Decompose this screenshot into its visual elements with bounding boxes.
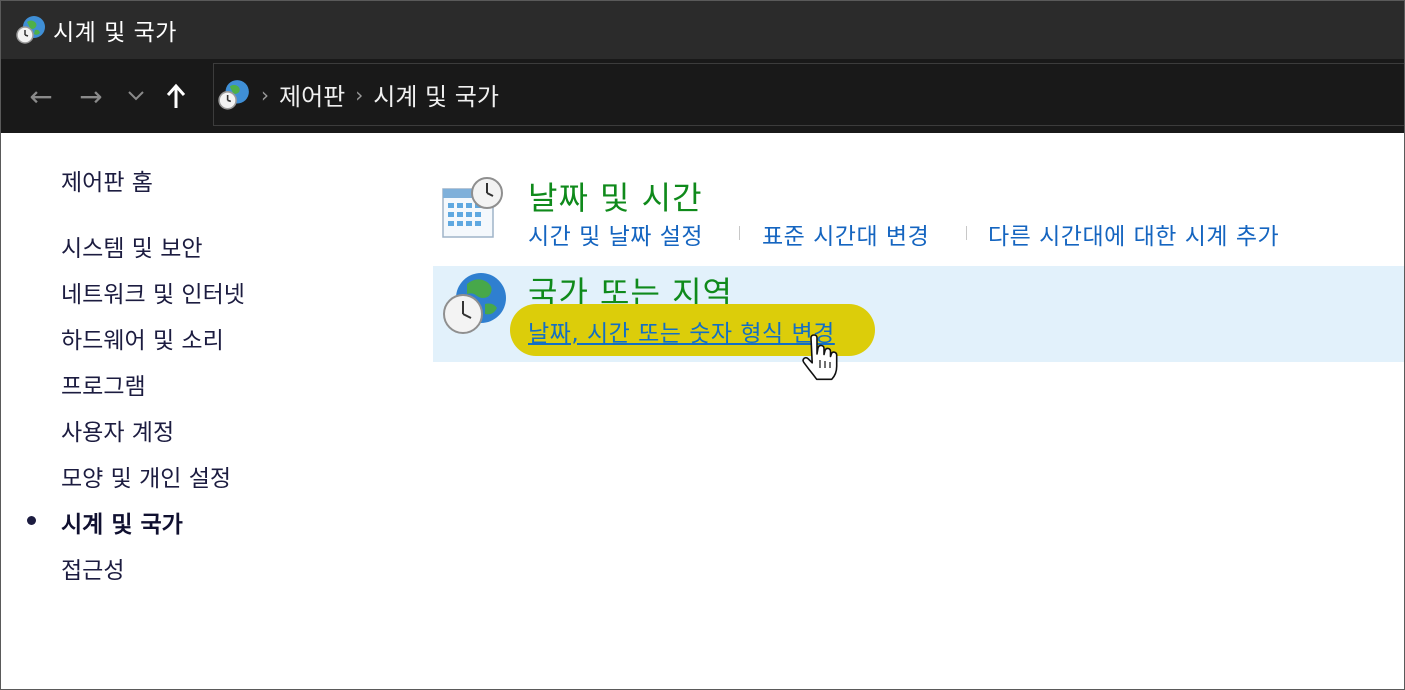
hand-cursor-icon: [802, 334, 838, 381]
control-panel-window: 시계 및 국가 ← → › 제어판 › 시계 및 국가 제어판 홈 시스템 및 …: [0, 0, 1405, 690]
sidebar-item-programs[interactable]: 프로그램: [61, 367, 146, 401]
link-change-time-zone[interactable]: 표준 시간대 변경: [762, 217, 929, 251]
back-arrow-icon: ←: [29, 79, 53, 113]
globe-clock-icon: [443, 273, 506, 334]
link-add-clocks[interactable]: 다른 시간대에 대한 시계 추가: [988, 217, 1279, 251]
calendar-clock-icon: [442, 177, 503, 238]
sidebar-item-appearance[interactable]: 모양 및 개인 설정: [61, 459, 231, 493]
window-title: 시계 및 국가: [53, 20, 177, 46]
back-button[interactable]: ←: [16, 66, 66, 126]
link-divider: [966, 226, 967, 240]
breadcrumb-control-panel[interactable]: 제어판: [279, 77, 345, 112]
up-arrow-icon: [166, 83, 186, 108]
sidebar: 제어판 홈 시스템 및 보안 네트워크 및 인터넷 하드웨어 및 소리 프로그램…: [1, 133, 421, 689]
link-divider: [739, 226, 740, 240]
breadcrumb-separator-icon: ›: [261, 82, 269, 107]
breadcrumb-separator-icon: ›: [355, 82, 364, 107]
chevron-down-icon: [128, 91, 144, 101]
link-change-date-time-number-formats[interactable]: 날짜, 시간 또는 숫자 형식 변경: [528, 314, 835, 348]
forward-button[interactable]: →: [66, 66, 116, 126]
up-button[interactable]: [156, 66, 196, 126]
navigation-bar: ← → › 제어판 › 시계 및 국가: [1, 59, 1404, 133]
clock-globe-icon: [218, 79, 249, 110]
title-bar: 시계 및 국가: [1, 1, 1404, 59]
category-title-date-time[interactable]: 날짜 및 시간: [528, 173, 703, 219]
recent-locations-button[interactable]: [116, 66, 156, 126]
sidebar-item-clock-region[interactable]: 시계 및 국가: [61, 505, 183, 539]
clock-globe-icon: [16, 16, 45, 44]
address-bar[interactable]: › 제어판 › 시계 및 국가: [213, 63, 1404, 126]
sidebar-item-system-security[interactable]: 시스템 및 보안: [61, 229, 203, 263]
sidebar-item-control-panel-home[interactable]: 제어판 홈: [61, 163, 153, 197]
active-bullet-icon: [27, 516, 36, 525]
breadcrumb-clock-and-region[interactable]: 시계 및 국가: [373, 77, 499, 112]
sidebar-item-user-accounts[interactable]: 사용자 계정: [61, 413, 174, 447]
forward-arrow-icon: →: [79, 79, 103, 113]
sidebar-item-accessibility[interactable]: 접근성: [61, 551, 124, 585]
sidebar-item-network-internet[interactable]: 네트워크 및 인터넷: [61, 275, 245, 309]
category-date-time: 날짜 및 시간 시간 및 날짜 설정 표준 시간대 변경 다른 시간대에 대한 …: [433, 169, 1404, 255]
sidebar-item-hardware-sound[interactable]: 하드웨어 및 소리: [61, 321, 224, 355]
link-set-time-date[interactable]: 시간 및 날짜 설정: [528, 217, 703, 251]
